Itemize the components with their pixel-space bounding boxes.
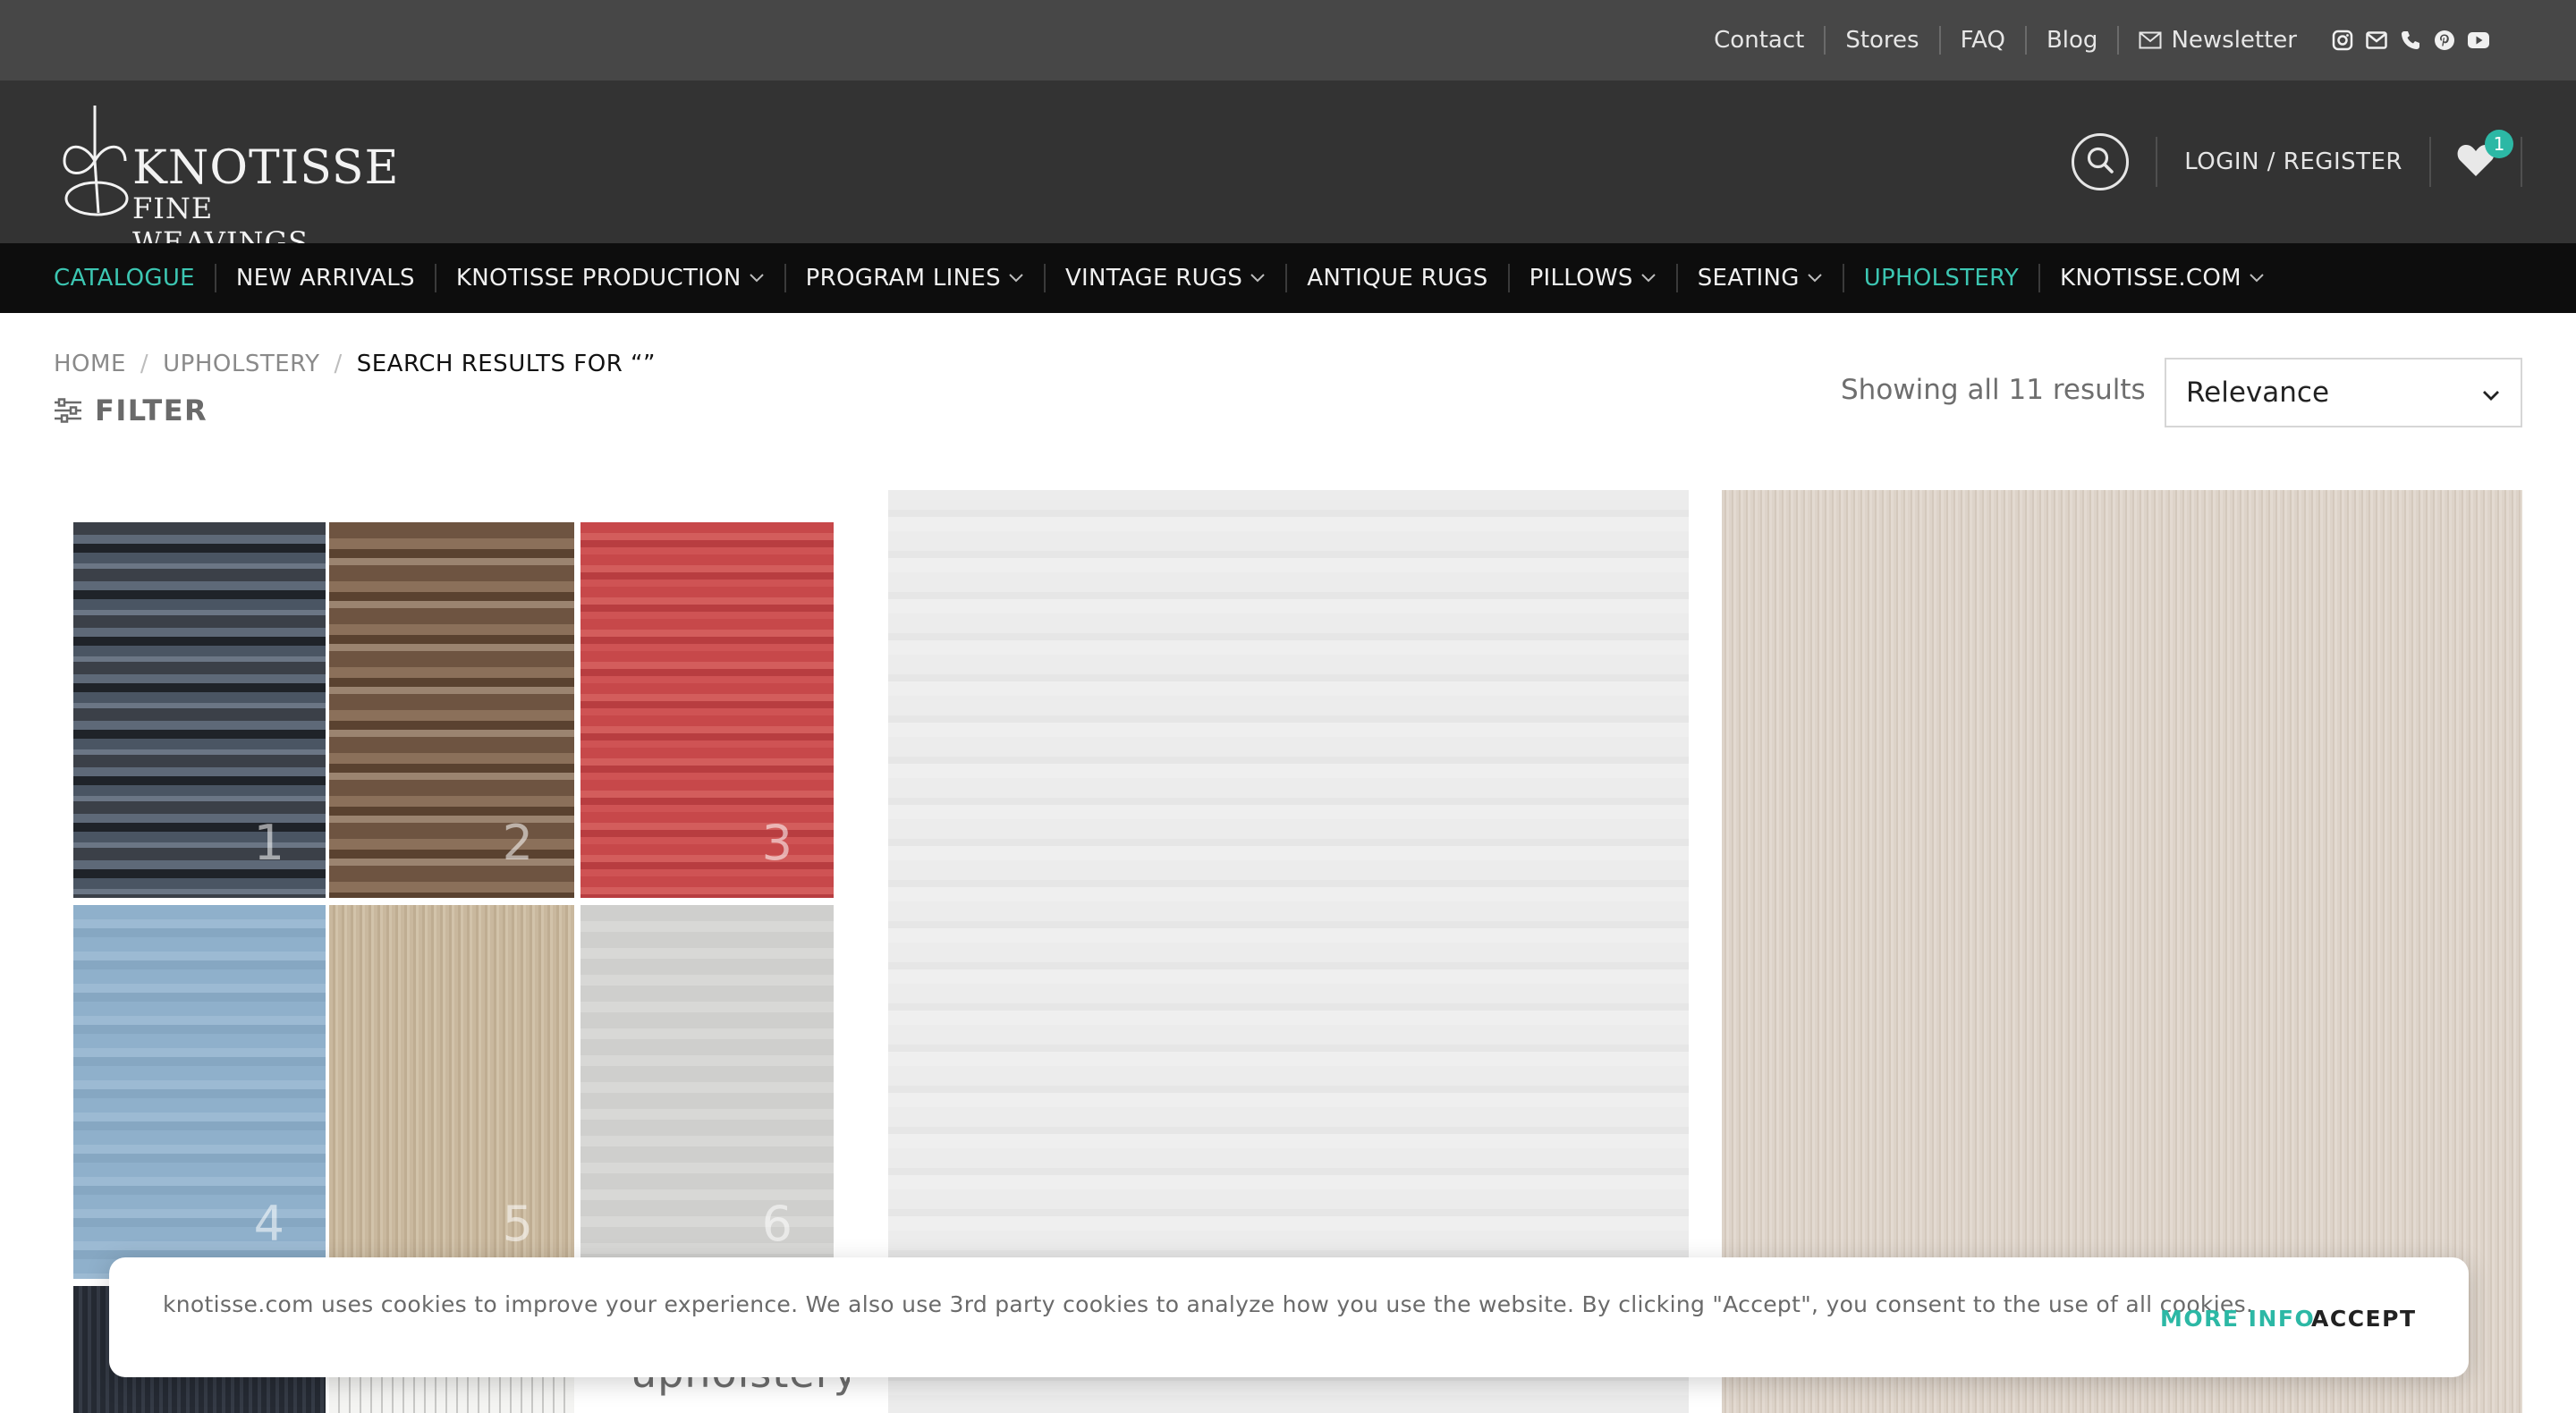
cookie-message: knotisse.com uses cookies to improve you… [163, 1291, 2254, 1317]
phone-icon[interactable] [2394, 26, 2428, 55]
nav-item-knotisse-com[interactable]: KNOTISSE.COM [2038, 264, 2284, 292]
nav-item-upholstery[interactable]: UPHOLSTERY [1842, 264, 2038, 292]
knotisse-logo[interactable]: KNOTISSE FINE WEAVINGS [55, 106, 399, 259]
login-register-link[interactable]: LOGIN / REGISTER [2157, 148, 2429, 175]
header-divider [2521, 137, 2522, 187]
nav-label: KNOTISSE PRODUCTION [455, 265, 741, 292]
swatch-2[interactable]: 2 [329, 522, 574, 898]
cookie-accept-button[interactable]: ACCEPT [2311, 1306, 2417, 1332]
contact-link[interactable]: Contact [1694, 26, 1824, 55]
nav-item-new-arrivals[interactable]: NEW ARRIVALS [214, 264, 435, 292]
wishlist-count-badge: 1 [2485, 130, 2513, 158]
nav-item-pillows[interactable]: PILLOWS [1507, 264, 1676, 292]
breadcrumb-current: SEARCH RESULTS FOR “” [356, 351, 656, 377]
sort-select[interactable]: Relevance [2165, 358, 2522, 427]
results-count: Showing all 11 results [1841, 374, 2146, 406]
top-utility-bar: Contact Stores FAQ Blog Newsletter [0, 0, 2576, 80]
chevron-down-icon [749, 273, 765, 283]
chevron-down-icon [1250, 273, 1266, 283]
search-button[interactable] [2072, 133, 2130, 190]
filter-button[interactable]: FILTER [54, 393, 208, 427]
nav-label: CATALOGUE [54, 265, 195, 292]
sort-value: Relevance [2186, 377, 2330, 409]
instagram-icon[interactable] [2326, 26, 2360, 55]
sliders-icon [54, 398, 82, 423]
nav-label: PROGRAM LINES [805, 265, 1001, 292]
logo-emblem-icon [63, 106, 129, 216]
newsletter-link[interactable]: Newsletter [2117, 26, 2317, 55]
envelope-icon [2139, 31, 2162, 49]
swatch-number: 5 [502, 1196, 533, 1252]
blog-link[interactable]: Blog [2024, 26, 2117, 55]
breadcrumb-upholstery[interactable]: UPHOLSTERY [163, 351, 319, 377]
pinterest-icon[interactable] [2428, 26, 2462, 55]
nav-label: KNOTISSE.COM [2060, 265, 2241, 292]
swatch-4[interactable]: 4 [73, 905, 326, 1279]
top-links: Contact Stores FAQ Blog Newsletter [1694, 0, 2496, 80]
nav-label: VINTAGE RUGS [1064, 265, 1243, 292]
cookie-banner: knotisse.com uses cookies to improve you… [109, 1257, 2469, 1377]
nav-item-antique-rugs[interactable]: ANTIQUE RUGS [1285, 264, 1507, 292]
swatch-number: 3 [761, 815, 792, 871]
main-navigation: CATALOGUE NEW ARRIVALS KNOTISSE PRODUCTI… [0, 243, 2576, 313]
nav-item-vintage-rugs[interactable]: VINTAGE RUGS [1043, 264, 1285, 292]
chevron-down-icon [2481, 377, 2501, 409]
nav-label: NEW ARRIVALS [235, 265, 415, 292]
breadcrumb-separator: / [334, 351, 343, 377]
swatch-3[interactable]: 3 [580, 522, 834, 898]
swatch-number: 6 [761, 1196, 792, 1252]
social-icons [2326, 26, 2496, 55]
filter-label: FILTER [95, 393, 208, 427]
swatch-6[interactable]: 6 [580, 905, 834, 1279]
chevron-down-icon [2249, 273, 2265, 283]
nav-label: PILLOWS [1529, 265, 1633, 292]
breadcrumb-separator: / [140, 351, 149, 377]
breadcrumb-home[interactable]: HOME [54, 351, 126, 377]
stores-link[interactable]: Stores [1824, 26, 1938, 55]
email-icon[interactable] [2360, 26, 2394, 55]
site-header: KNOTISSE FINE WEAVINGS LOGIN / REGISTER … [0, 80, 2576, 259]
wishlist-button[interactable]: 1 [2431, 130, 2521, 189]
swatch-5[interactable]: 5 [329, 905, 574, 1279]
nav-item-program-lines[interactable]: PROGRAM LINES [784, 264, 1044, 292]
swatch-1[interactable]: 1 [73, 522, 326, 898]
nav-item-knotisse-production[interactable]: KNOTISSE PRODUCTION [434, 264, 784, 292]
swatch-number: 1 [253, 815, 284, 871]
nav-item-catalogue[interactable]: CATALOGUE [34, 264, 215, 292]
chevron-down-icon [1640, 273, 1657, 283]
breadcrumb: HOME / UPHOLSTERY / SEARCH RESULTS FOR “… [54, 351, 656, 377]
swatch-number: 4 [253, 1196, 284, 1252]
nav-item-seating[interactable]: SEATING [1675, 264, 1843, 292]
newsletter-label: Newsletter [2171, 27, 2297, 54]
header-actions: LOGIN / REGISTER 1 [2072, 80, 2522, 243]
cookie-more-info-button[interactable]: MORE INFO [2160, 1306, 2315, 1332]
swatch-number: 2 [502, 815, 533, 871]
nav-label: UPHOLSTERY [1863, 265, 2019, 292]
nav-label: ANTIQUE RUGS [1307, 265, 1488, 292]
search-icon [2085, 145, 2115, 179]
logo-name: KNOTISSE [132, 141, 400, 195]
nav-label: SEATING [1697, 265, 1800, 292]
chevron-down-icon [1008, 273, 1024, 283]
chevron-down-icon [1807, 273, 1823, 283]
youtube-icon[interactable] [2462, 26, 2496, 55]
faq-link[interactable]: FAQ [1938, 26, 2025, 55]
